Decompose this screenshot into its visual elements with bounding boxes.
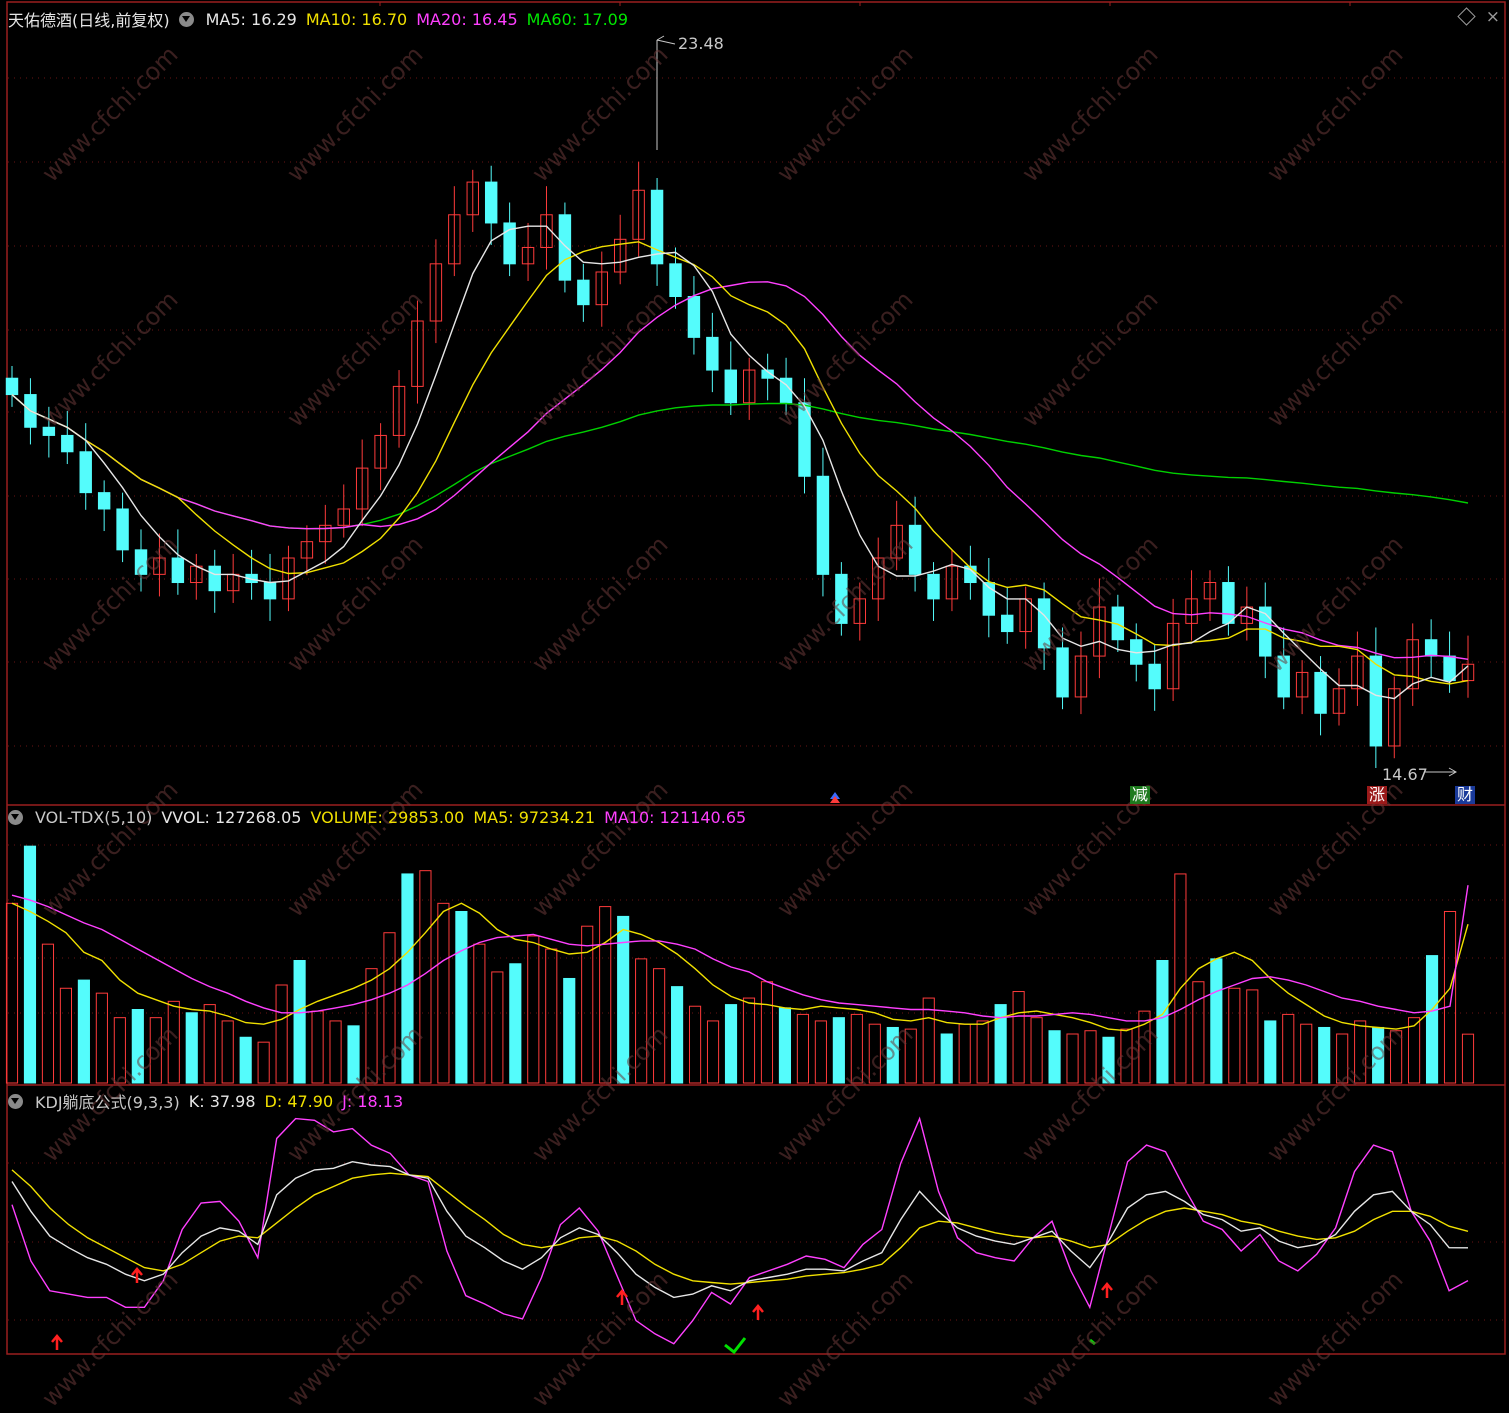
candle [1222,582,1235,624]
volume-bar [1210,958,1223,1084]
candle [724,369,737,404]
volume-value: VOLUME: 29853.00 [310,808,465,827]
candle [97,492,111,510]
volume-bar [1318,1026,1331,1084]
candle [5,377,19,396]
legend-ma20: MA20: 16.45 [416,9,518,29]
dropdown-icon[interactable] [8,810,23,825]
stock-mode: (日线,前复权) [72,11,170,30]
volume-bar [563,977,576,1084]
candle [208,565,221,592]
vol-ma5-value: MA5: 97234.21 [473,808,596,827]
candle [1148,663,1161,690]
candle [1369,655,1383,747]
candle [171,557,185,584]
candle [1314,671,1327,714]
vol-indicator-name[interactable]: VOL-TDX(5,10) [35,808,152,827]
candle [577,279,590,306]
event-tag-finance[interactable]: 财 [1455,786,1476,804]
candle [816,475,830,575]
volume-bar [23,845,37,1084]
candle [263,582,277,600]
candle [1443,655,1456,682]
volume-bar [832,1017,845,1084]
event-tag-rise[interactable]: 涨 [1367,786,1388,804]
candle [687,296,701,338]
candle [669,263,682,298]
candle [706,336,719,371]
kdj-indicator-name[interactable]: KDJ躺底公式(9,3,3) [35,1089,180,1113]
volume-bar [455,911,468,1084]
vol-ma10-value: MA10: 121140.65 [604,808,747,827]
candle [484,181,498,224]
candle [1424,639,1438,657]
volume-bar [1156,960,1169,1084]
close-icon[interactable]: × [1486,7,1500,27]
candle [116,508,129,551]
kdj-j-value: J: 18.13 [342,1091,404,1111]
high-price-label: 23.48 [678,34,724,53]
low-price-label: 14.67 [1382,765,1428,784]
volume-bar [185,1012,198,1084]
volume-bar [293,960,306,1084]
ma60-value: 17.09 [582,9,629,29]
volume-bar [778,1007,792,1084]
ma5-value: 16.29 [251,9,297,29]
kdj-legend: KDJ躺底公式(9,3,3) K: 37.98 D: 47.90 J: 18.1… [8,1089,403,1113]
volume-bar [724,1004,738,1084]
candle [558,214,572,281]
candle [1001,614,1014,633]
stock-title[interactable]: 天佑德酒(日线,前复权) [8,7,170,31]
dropdown-icon[interactable] [8,1093,23,1109]
ma10-value: 16.70 [361,9,408,29]
volume-bar [1048,1030,1061,1084]
volume-bar [940,1033,953,1084]
volume-bar [671,986,684,1084]
candle [927,573,940,600]
price-legend: 天佑德酒(日线,前复权) MA5: 16.29 MA10: 16.70 MA20… [8,7,628,31]
volume-bar [1425,955,1439,1084]
volume-bar [1264,1020,1277,1084]
legend-ma10: MA10: 16.70 [305,9,408,29]
kdj-k-value: K: 37.98 [188,1091,256,1111]
candle [650,189,664,265]
stock-name: 天佑德酒 [8,11,73,30]
volume-bar [239,1036,252,1084]
kdj-d-value: D: 47.90 [264,1091,334,1111]
ma20-value: 16.45 [471,9,518,29]
legend-ma5: MA5: 16.29 [205,9,297,29]
volume-legend: VOL-TDX(5,10) VVOL: 127268.05 VOLUME: 29… [8,808,746,827]
dropdown-icon[interactable] [178,11,194,27]
volume-bar [77,979,90,1084]
volume-bar [509,963,522,1084]
event-tag-reduce[interactable]: 减 [1130,786,1151,804]
candle [1056,647,1069,698]
candle [79,451,92,494]
vvol-value: VVOL: 127268.05 [161,808,302,827]
candle [61,434,74,453]
legend-ma60: MA60: 17.09 [526,9,629,29]
